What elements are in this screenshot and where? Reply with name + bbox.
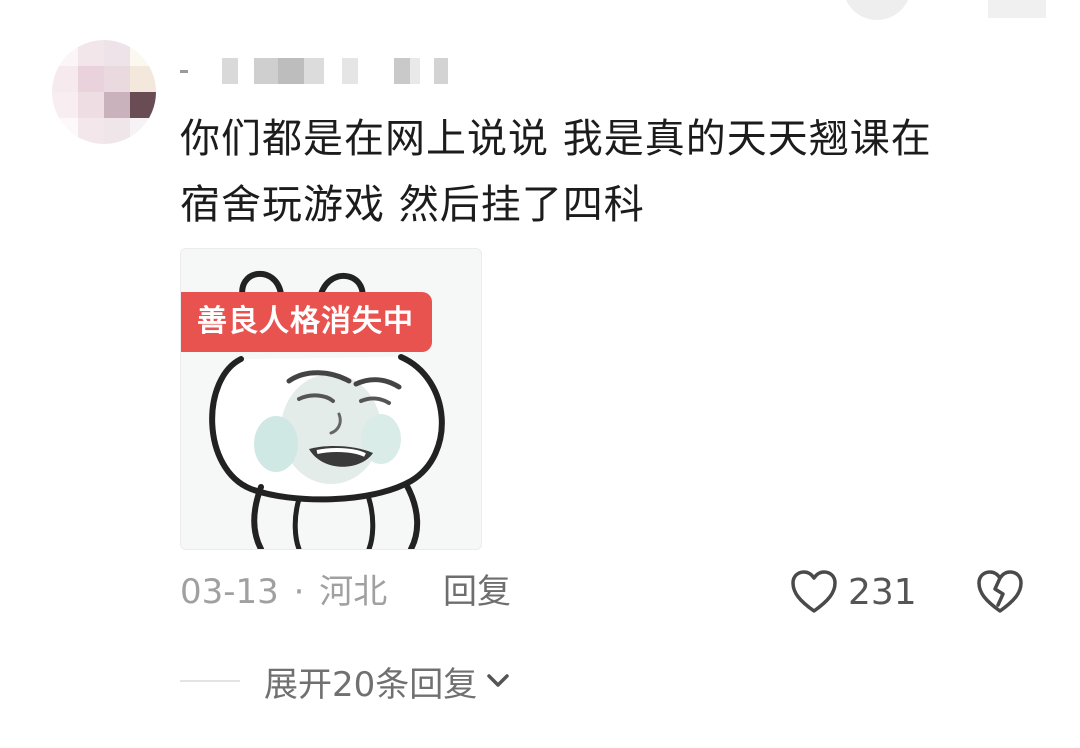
dislike-button[interactable] xyxy=(976,566,1024,618)
sticker-image[interactable]: 善良人格消失中 xyxy=(180,248,482,550)
comment-text-line-2: 宿舍玩游戏 然后挂了四科 xyxy=(180,182,645,228)
meta-separator: · xyxy=(293,572,305,612)
expand-replies-button[interactable]: 展开20条回复 xyxy=(264,658,511,705)
broken-heart-icon xyxy=(977,570,1023,613)
partial-button xyxy=(843,0,911,20)
comment-meta: 03-13 · 河北 xyxy=(180,570,387,614)
sticker-caption-tag: 善良人格消失中 xyxy=(181,292,432,352)
avatar[interactable] xyxy=(52,40,156,144)
reply-button[interactable]: 回复 xyxy=(443,570,511,614)
comment-location: 河北 xyxy=(319,572,388,612)
like-count: 231 xyxy=(848,571,917,613)
comment-text-line-1: 你们都是在网上说说 我是真的天天翘课在 xyxy=(180,116,932,162)
partial-element xyxy=(988,0,1046,18)
comment-text: 你们都是在网上说说 我是真的天天翘课在 宿舍玩游戏 然后挂了四科 xyxy=(180,106,1040,238)
expand-divider xyxy=(180,680,240,682)
chevron-down-icon xyxy=(487,674,510,687)
username-mosaic[interactable] xyxy=(180,56,448,86)
comment-date: 03-13 xyxy=(180,572,279,612)
heart-icon xyxy=(791,570,837,613)
like-button[interactable]: 231 xyxy=(790,566,917,618)
expand-replies-label: 展开20条回复 xyxy=(264,664,478,705)
